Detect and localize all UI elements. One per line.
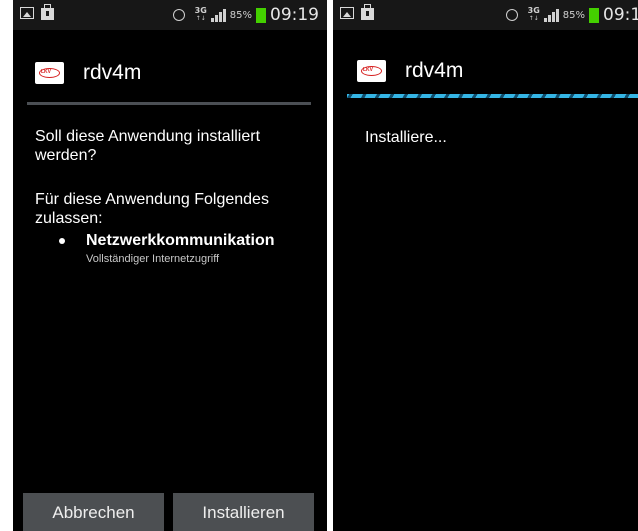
install-confirm-screen: 3G ↑↓ 85% 09:19 LKV rdv4m Soll diese Anwe… — [13, 0, 327, 531]
picture-notification-icon — [340, 7, 354, 19]
clock: 09:19 — [603, 5, 638, 25]
title-divider — [27, 102, 311, 105]
battery-percent: 85% — [229, 9, 252, 21]
installing-screen: 3G↑↓ 85% 09:19 LKV rdv4m Installiere... — [333, 0, 638, 531]
install-question: Soll diese Anwendung installiert werden? — [35, 128, 261, 164]
store-notification-icon — [41, 4, 54, 20]
clock: 09:19 — [270, 5, 319, 25]
alarm-icon — [172, 9, 185, 21]
app-name: rdv4m — [405, 59, 464, 82]
status-bar: 3G↑↓ 85% 09:19 — [333, 0, 638, 30]
installing-status-text: Installiere... — [365, 129, 447, 146]
network-type-indicator: 3G ↑↓ — [527, 6, 540, 23]
cancel-button[interactable]: Abbrechen — [23, 493, 164, 531]
alarm-icon — [505, 9, 518, 21]
permissions-heading: Für diese Anwendung Folgendes zulassen: — [35, 191, 269, 227]
battery-percent: 85% — [562, 9, 585, 21]
bullet-icon — [59, 238, 65, 244]
signal-strength-icon — [543, 8, 559, 22]
permission-subtitle: Vollständiger Internetzugriff — [86, 253, 220, 265]
status-bar: 3G↑↓ 85% 09:19 — [13, 0, 327, 30]
picture-notification-icon — [20, 7, 34, 19]
battery-icon — [256, 7, 266, 23]
app-icon: LKV — [35, 62, 64, 84]
app-name: rdv4m — [83, 61, 142, 84]
app-title-bar: LKV rdv4m — [333, 54, 638, 94]
store-notification-icon — [361, 4, 374, 20]
permission-title: Netzwerkkommunikation — [86, 232, 275, 249]
install-progress-bar — [347, 94, 638, 98]
signal-strength-icon — [210, 8, 226, 22]
battery-icon — [589, 7, 599, 23]
app-title-bar: LKV rdv4m — [13, 54, 327, 94]
app-icon: LKV — [357, 60, 386, 82]
install-button[interactable]: Installieren — [173, 493, 314, 531]
network-type-indicator: 3G ↑↓ — [194, 6, 207, 23]
